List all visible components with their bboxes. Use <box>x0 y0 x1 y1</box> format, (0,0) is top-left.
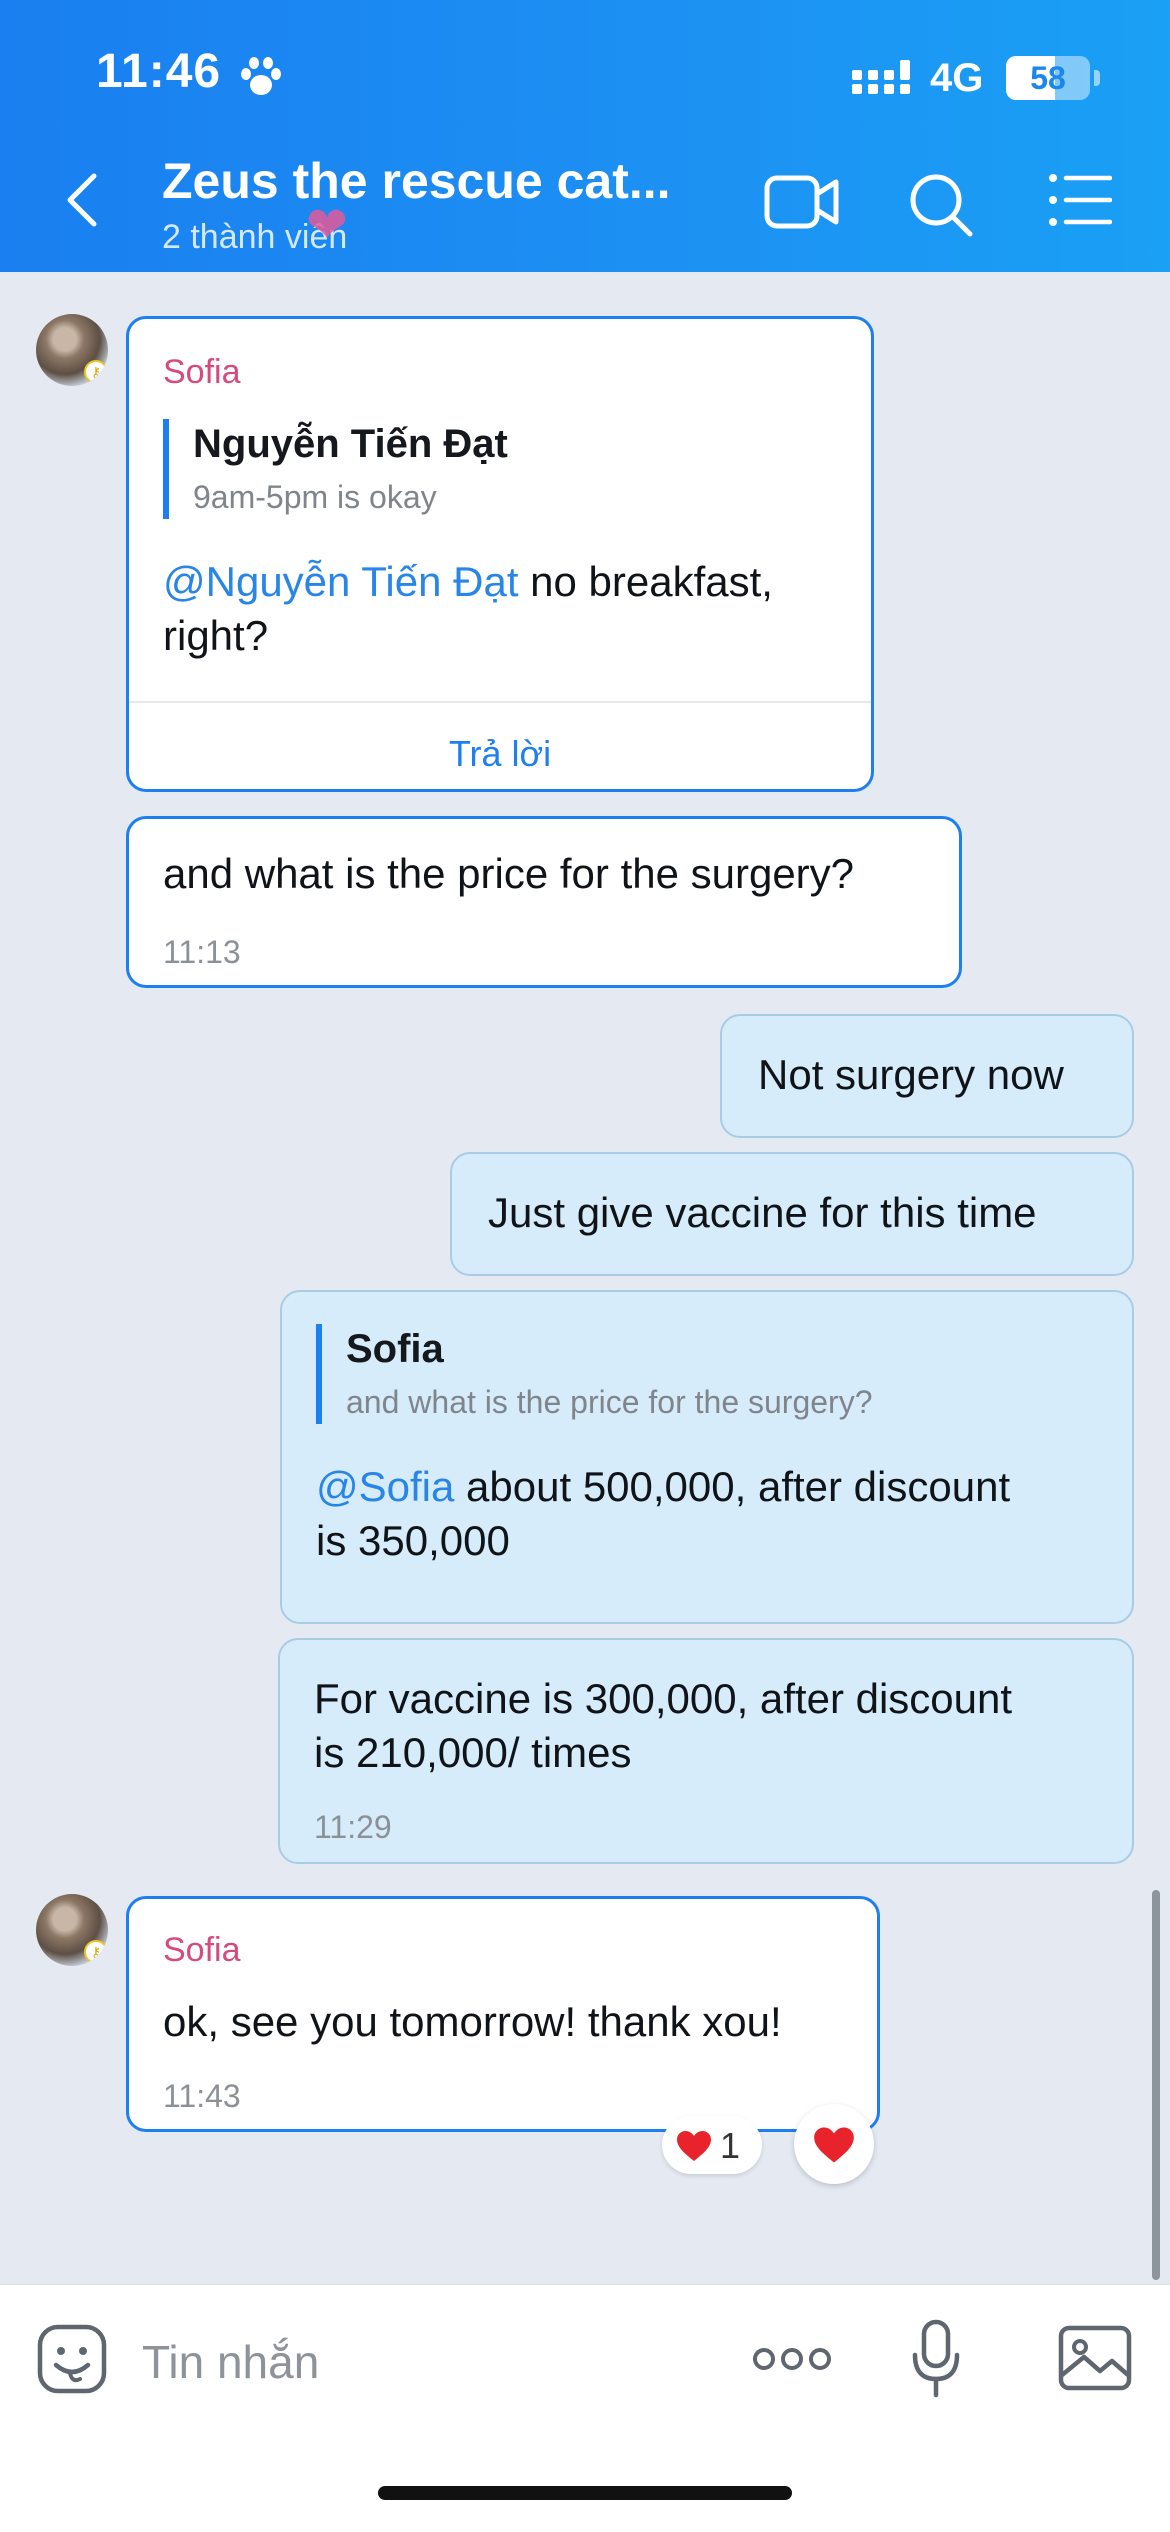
message-bubble[interactable]: Sofia and what is the price for the surg… <box>280 1290 1134 1624</box>
message-text: @Nguyễn Tiến Đạt no breakfast, right? <box>163 555 853 663</box>
message-text-line: no breakfast, <box>518 558 773 605</box>
message-bubble[interactable]: and what is the price for the surgery? 1… <box>126 816 962 988</box>
message-text: ok, see you tomorrow! thank xou! <box>163 1998 782 2045</box>
heart-emoji-icon: ❤ <box>306 197 348 253</box>
message-text-line: is 210,000/ times <box>314 1729 632 1776</box>
message-text-line: about 500,000, after discount <box>454 1463 1011 1510</box>
message-text-line: is 350,000 <box>316 1517 510 1564</box>
message-bubble[interactable]: For vaccine is 300,000, after discount i… <box>278 1638 1134 1864</box>
message-text: For vaccine is 300,000, after discount i… <box>314 1672 1124 1780</box>
reaction-count: 1 <box>720 2125 741 2166</box>
sender-name: Sofia <box>163 1931 241 1969</box>
quote-text: 9am-5pm is okay <box>193 479 437 515</box>
message-text-line: For vaccine is 300,000, after discount <box>314 1675 1013 1722</box>
avatar[interactable]: ⚷ <box>36 314 108 386</box>
search-icon[interactable] <box>908 172 974 238</box>
message-bubble[interactable]: Sofia ok, see you tomorrow! thank xou! 1… <box>126 1896 880 2132</box>
divider <box>129 701 871 703</box>
message-input[interactable]: Tin nhắn <box>142 2335 319 2389</box>
signal-icon <box>852 60 910 94</box>
heart-icon <box>677 2131 711 2161</box>
mic-icon[interactable] <box>910 2319 962 2399</box>
message-text: @Sofia about 500,000, after discount is … <box>316 1460 1116 1568</box>
mention[interactable]: @Sofia <box>316 1463 454 1510</box>
sticker-icon[interactable] <box>36 2323 108 2395</box>
message-text-line: right? <box>163 612 269 659</box>
chat-header: 11:46 4G 58 Zeus the rescue cat... 2 thà… <box>0 0 1170 272</box>
sender-name: Sofia <box>163 353 241 391</box>
quoted-message[interactable]: Sofia and what is the price for the surg… <box>316 1324 1076 1424</box>
image-icon[interactable] <box>1058 2325 1132 2391</box>
mention[interactable]: @Nguyễn Tiến Đạt <box>163 558 518 605</box>
react-button[interactable] <box>794 2104 874 2184</box>
message-time: 11:29 <box>314 1809 392 1845</box>
more-icon[interactable] <box>752 2345 832 2373</box>
menu-list-icon[interactable] <box>1048 172 1112 228</box>
quote-author: Nguyễn Tiến Đạt <box>193 422 508 466</box>
battery-indicator: 58 <box>1006 56 1090 100</box>
key-icon: ⚷ <box>84 1940 108 1964</box>
message-text: and what is the price for the surgery? <box>163 850 855 897</box>
quoted-message[interactable]: Nguyễn Tiến Đạt 9am-5pm is okay <box>163 419 823 519</box>
back-icon[interactable] <box>62 172 102 228</box>
quote-text: and what is the price for the surgery? <box>346 1384 873 1420</box>
key-icon: ⚷ <box>84 360 108 384</box>
message-bubble[interactable]: Sofia Nguyễn Tiến Đạt 9am-5pm is okay @N… <box>126 316 874 792</box>
heart-icon <box>814 2127 854 2163</box>
quote-author: Sofia <box>346 1327 444 1371</box>
video-call-icon[interactable] <box>764 172 840 232</box>
message-text: Not surgery now <box>758 1051 1064 1098</box>
battery-tip <box>1094 70 1100 86</box>
message-time: 11:43 <box>163 2078 241 2114</box>
avatar[interactable]: ⚷ <box>36 1894 108 1966</box>
status-time: 11:46 <box>96 45 222 98</box>
scrollbar[interactable] <box>1152 1890 1160 2280</box>
network-type: 4G <box>930 56 984 100</box>
reaction-summary[interactable]: 1 <box>662 2116 762 2174</box>
chat-title[interactable]: Zeus the rescue cat... <box>162 152 671 210</box>
message-text: Just give vaccine for this time <box>488 1189 1037 1236</box>
reply-button[interactable]: Trả lời <box>129 727 871 781</box>
message-bubble[interactable]: Just give vaccine for this time <box>450 1152 1134 1276</box>
paw-icon <box>241 57 281 95</box>
message-time: 11:13 <box>163 934 241 970</box>
battery-percent: 58 <box>1030 60 1066 96</box>
home-indicator[interactable] <box>378 2486 792 2500</box>
message-bubble[interactable]: Not surgery now <box>720 1014 1134 1138</box>
